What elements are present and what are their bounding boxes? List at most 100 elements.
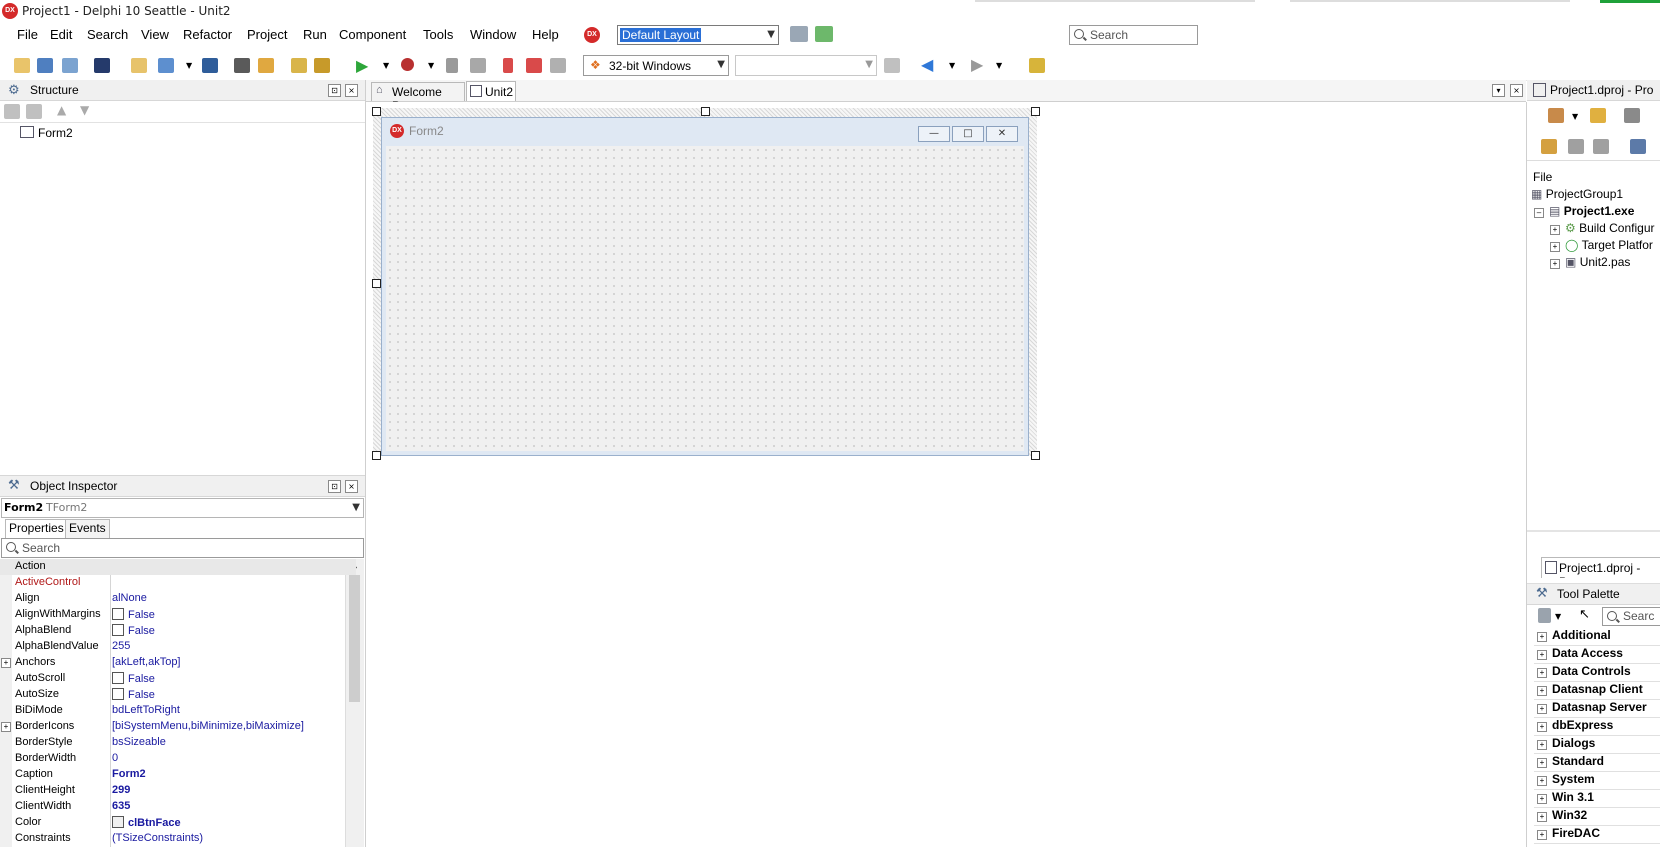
menu-search[interactable]: Search: [87, 27, 128, 42]
collapse-icon[interactable]: –: [1534, 208, 1544, 218]
tree-item-unit2[interactable]: + ▣ Unit2.pas: [1547, 255, 1630, 269]
expand-icon[interactable]: +: [1537, 758, 1547, 768]
refresh-icon[interactable]: [884, 58, 900, 73]
palette-category-data-access[interactable]: + Data Access: [1534, 646, 1660, 664]
add-new-icon[interactable]: [1590, 108, 1606, 123]
property-row-clientwidth[interactable]: ClientWidth 635: [0, 799, 356, 815]
run-icon[interactable]: ▶: [356, 56, 368, 75]
activate-icon[interactable]: [1548, 108, 1564, 123]
palette-category-dialogs[interactable]: + Dialogs: [1534, 736, 1660, 754]
stop-icon[interactable]: [470, 58, 486, 73]
folder-icon[interactable]: [26, 104, 42, 119]
expand-icon[interactable]: +: [1, 658, 11, 668]
tree-item-build-config[interactable]: + ⚙ Build Configur: [1547, 221, 1654, 235]
move-down-icon[interactable]: ▼: [80, 103, 89, 117]
form-client-area[interactable]: [386, 146, 1024, 451]
menu-refactor[interactable]: Refactor: [183, 27, 232, 42]
palette-category-datasnap-client[interactable]: + Datasnap Client: [1534, 682, 1660, 700]
minimize-icon[interactable]: —: [918, 126, 950, 142]
palette-category-datasnap-server[interactable]: + Datasnap Server: [1534, 700, 1660, 718]
form2-window[interactable]: DX Form2 — □ ✕: [381, 117, 1029, 456]
expand-tree-icon[interactable]: [1568, 139, 1584, 154]
close-icon[interactable]: ✕: [986, 126, 1018, 142]
pause-icon[interactable]: [446, 58, 458, 73]
expand-icon[interactable]: +: [1550, 259, 1560, 269]
palette-category-firedac[interactable]: + FireDAC: [1534, 826, 1660, 844]
resize-handle[interactable]: [1031, 107, 1040, 116]
chevron-down-icon[interactable]: ▼: [1572, 112, 1578, 121]
new-items-icon[interactable]: [14, 58, 30, 73]
property-row-autosize[interactable]: AutoSize False: [0, 687, 356, 703]
chevron-down-icon[interactable]: ▼: [1555, 612, 1561, 621]
menu-edit[interactable]: Edit: [50, 27, 72, 42]
run-without-debugging-icon[interactable]: [401, 58, 414, 71]
expand-icon[interactable]: +: [1537, 740, 1547, 750]
palette-category-data-controls[interactable]: + Data Controls: [1534, 664, 1660, 682]
checkbox[interactable]: [112, 624, 124, 636]
expand-icon[interactable]: +: [1537, 776, 1547, 786]
property-row-bordericons[interactable]: + BorderIcons [biSystemMenu,biMinimize,biM…: [0, 719, 356, 735]
expand-icon[interactable]: +: [1537, 668, 1547, 678]
save-all-icon[interactable]: [234, 58, 250, 73]
layout-select[interactable]: Default Layout ▼: [617, 25, 779, 45]
menu-project[interactable]: Project: [247, 27, 287, 42]
open-project-icon[interactable]: [62, 58, 78, 73]
palette-category-dbexpress[interactable]: + dbExpress: [1534, 718, 1660, 736]
top-search-box[interactable]: Search: [1069, 25, 1198, 45]
step-over-icon[interactable]: [526, 58, 542, 73]
new-folder-icon[interactable]: [4, 104, 20, 119]
help-book-icon[interactable]: [1029, 58, 1045, 73]
property-row-anchors[interactable]: + Anchors [akLeft,akTop]: [0, 655, 356, 671]
expand-icon[interactable]: +: [1537, 794, 1547, 804]
view-form-icon[interactable]: [94, 58, 110, 73]
expand-icon[interactable]: +: [1550, 242, 1560, 252]
view-options-icon[interactable]: [1630, 139, 1646, 154]
menu-window[interactable]: Window: [470, 27, 516, 42]
menu-run[interactable]: Run: [303, 27, 327, 42]
set-debug-desktop-icon[interactable]: [815, 26, 833, 42]
open-project-folder-icon[interactable]: [258, 58, 274, 73]
expand-icon[interactable]: +: [1537, 722, 1547, 732]
back-icon[interactable]: ◀: [921, 55, 933, 74]
expand-icon[interactable]: +: [1537, 686, 1547, 696]
save-icon[interactable]: [202, 58, 218, 73]
tree-item-target-platforms[interactable]: + ◯ Target Platfor: [1547, 238, 1653, 252]
resize-handle[interactable]: [372, 279, 381, 288]
expand-icon[interactable]: +: [1, 722, 11, 732]
palette-category-win31[interactable]: + Win 3.1: [1534, 790, 1660, 808]
tab-welcome-page[interactable]: ⌂ Welcome Page: [371, 82, 465, 113]
property-row-alignwithmargins[interactable]: AlignWithMargins False: [0, 607, 356, 623]
resize-handle[interactable]: [372, 107, 381, 116]
open-icon[interactable]: [37, 58, 53, 73]
tree-item-project-exe[interactable]: – ▤ Project1.exe: [1531, 204, 1634, 218]
embarcadero-logo-icon[interactable]: DX: [584, 27, 600, 43]
remove-from-project-icon[interactable]: [314, 58, 330, 73]
menu-help[interactable]: Help: [532, 27, 559, 42]
menu-file[interactable]: File: [17, 27, 38, 42]
expand-icon[interactable]: +: [1537, 632, 1547, 642]
property-row-color[interactable]: Color clBtnFace: [0, 815, 356, 831]
menu-tools[interactable]: Tools: [423, 27, 453, 42]
property-row-borderwidth[interactable]: BorderWidth 0: [0, 751, 356, 767]
property-row-action[interactable]: Action: [0, 559, 356, 575]
palette-category-standard[interactable]: + Standard: [1534, 754, 1660, 772]
move-up-icon[interactable]: ▲: [57, 103, 66, 117]
palette-category-win32[interactable]: + Win32: [1534, 808, 1660, 826]
palette-category-system[interactable]: + System: [1534, 772, 1660, 790]
run-until-return-icon[interactable]: [550, 58, 566, 73]
pin-icon[interactable]: ⊡: [328, 480, 341, 493]
palette-search[interactable]: Searc: [1602, 607, 1660, 626]
tree-item-projectgroup[interactable]: ▦ ProjectGroup1: [1531, 187, 1623, 201]
forward-icon[interactable]: ▶: [971, 55, 983, 74]
trace-into-icon[interactable]: [503, 58, 513, 73]
menu-view[interactable]: View: [141, 27, 169, 42]
property-row-alphablendvalue[interactable]: AlphaBlendValue 255: [0, 639, 356, 655]
property-row-constraints[interactable]: Constraints (TSizeConstraints): [0, 831, 356, 847]
new-file-icon[interactable]: [131, 58, 147, 73]
property-row-align[interactable]: Align alNone: [0, 591, 356, 607]
expand-icon[interactable]: +: [1537, 650, 1547, 660]
checkbox[interactable]: [112, 672, 124, 684]
chevron-down-icon[interactable]: ▼: [383, 61, 389, 70]
chevron-down-icon[interactable]: ▼: [186, 61, 192, 70]
checkbox[interactable]: [112, 608, 124, 620]
